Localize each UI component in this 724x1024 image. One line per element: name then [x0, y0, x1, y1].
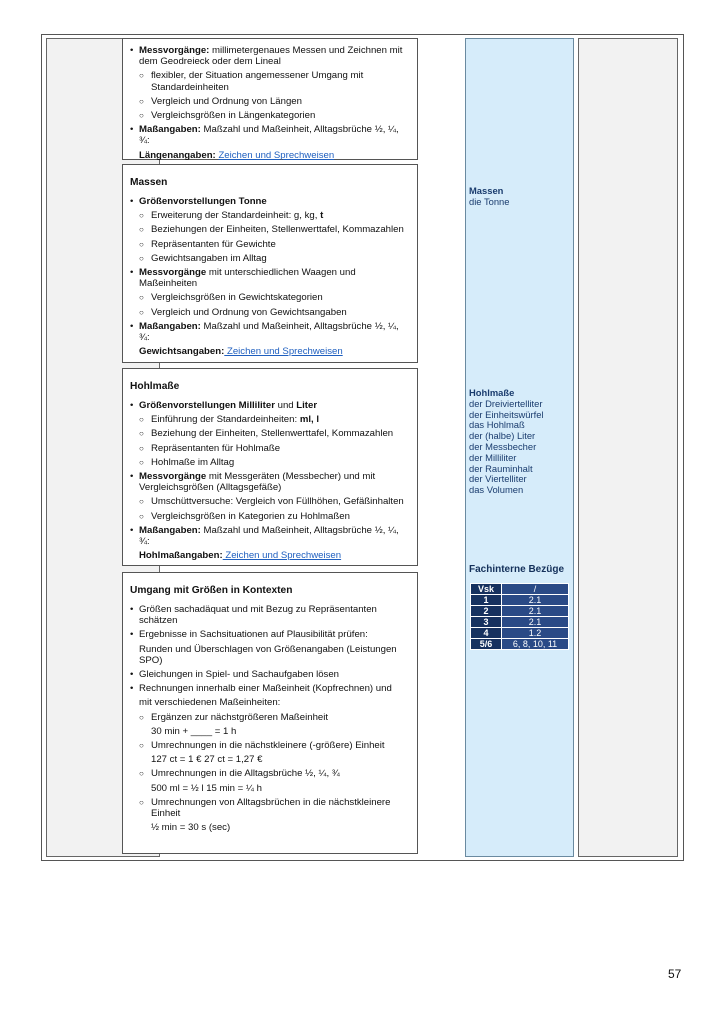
- vsk-cell: Vsk: [470, 583, 502, 595]
- list-item: Vergleichsgrößen in Gewichtskategorien: [127, 292, 409, 303]
- vocab-term: die Tonne: [469, 195, 510, 207]
- vocab-term: der Dreiviertelliter: [469, 397, 543, 409]
- list-item: Vergleich und Ordnung von Gewichtsangabe…: [127, 307, 409, 318]
- reference-cell: 6, 8, 10, 11: [501, 638, 569, 650]
- list-item: Größenvorstellungen Milliliter und Liter: [127, 400, 409, 411]
- list-item: Vergleich und Ordnung von Längen: [127, 96, 409, 107]
- vsk-cell: 1: [470, 594, 502, 606]
- reference-cell: /: [501, 583, 569, 595]
- list-item: Vergleichsgrößen in Längenkategorien: [127, 110, 409, 121]
- list-item: Beziehungen der Einheiten, Stellenwertta…: [127, 224, 409, 235]
- list-item: Hohlmaße im Alltag: [127, 457, 409, 468]
- list-item: mit verschiedenen Maßeinheiten:: [139, 697, 281, 709]
- list-item: Umschüttversuche: Vergleich von Füllhöhe…: [127, 496, 409, 507]
- vsk-cell: 5/6: [470, 638, 502, 650]
- list-item: Beziehung der Einheiten, Stellenwerttafe…: [127, 428, 409, 439]
- list-item: Ergebnisse in Sachsituationen auf Plausi…: [127, 629, 409, 640]
- hohlmasse-title: Hohlmaße: [130, 381, 180, 392]
- list-item: Erweiterung der Standardeinheit: g, kg, …: [127, 210, 409, 221]
- list-item: Vergleichsgrößen in Kategorien zu Hohlma…: [127, 511, 409, 522]
- kontexte-title: Umgang mit Größen in Kontexten: [130, 585, 293, 596]
- list-item: 500 ml = ½ l 15 min = ¼ h: [151, 782, 262, 794]
- list-item: Repräsentanten für Hohlmaße: [127, 443, 409, 454]
- vocab-term: das Volumen: [469, 484, 524, 496]
- list-item: 127 ct = 1 € 27 ct = 1,27 €: [151, 754, 263, 766]
- table-row: Vsk /: [470, 583, 569, 595]
- list-item: flexibler, der Situation angemessener Um…: [127, 70, 409, 92]
- list-item: Rechnungen innerhalb einer Maßeinheit (K…: [127, 683, 409, 694]
- list-item: Messvorgänge: millimetergenaues Messen u…: [127, 45, 409, 67]
- vocab-massen: Massen die Tonne: [469, 185, 510, 208]
- list-item: Runden und Überschlagen von Größenangabe…: [139, 643, 397, 666]
- reference-cell: 2.1: [501, 605, 569, 617]
- vsk-cell: 2: [470, 605, 502, 617]
- list-item: Maßangaben: Maßzahl und Maßeinheit, Allt…: [127, 321, 409, 343]
- list-item: Maßangaben: Maßzahl und Maßeinheit, Allt…: [127, 124, 409, 146]
- table-row: 3 2.1: [470, 616, 569, 628]
- list-item: Einführung der Standardeinheiten: ml, l: [127, 414, 409, 425]
- reference-cell: 1.2: [501, 627, 569, 639]
- table-row: 5/6 6, 8, 10, 11: [470, 638, 569, 650]
- list-item: Umrechnungen von Alltagsbrüchen in die n…: [127, 797, 409, 819]
- table-row: 1 2.1: [470, 594, 569, 606]
- kontexte-box: Umgang mit Größen in Kontexten Größen sa…: [122, 572, 418, 854]
- massen-title: Massen: [130, 177, 168, 188]
- hohlmassangaben-line: Hohlmaßangaben: Zeichen und Sprechweisen: [139, 550, 342, 562]
- massen-box: Massen Größenvorstellungen Tonne Erweiter…: [122, 164, 418, 363]
- laengen-box: Messvorgänge: millimetergenaues Messen u…: [122, 38, 418, 161]
- reference-cell: 2.1: [501, 594, 569, 606]
- fachinterne-bezuege-heading: Fachinterne Bezüge: [469, 564, 565, 575]
- table-row: 2 2.1: [470, 605, 569, 617]
- list-item: Größenvorstellungen Tonne: [127, 196, 409, 207]
- hohlmasse-box: Hohlmaße Größenvorstellungen Milliliter …: [122, 368, 418, 566]
- vocab-hohlmasse: Hohlmaße der Dreiviertelliter der Einheit…: [469, 387, 544, 496]
- vsk-cell: 4: [470, 627, 502, 639]
- list-item: Ergänzen zur nächstgrößeren Maßeinheit: [127, 712, 409, 723]
- vsk-cell: 3: [470, 616, 502, 628]
- massen-link[interactable]: Zeichen und Sprechweisen: [224, 346, 343, 357]
- table-row: 4 1.2: [470, 627, 569, 639]
- page-number: 57: [668, 967, 682, 981]
- list-item: ½ min = 30 s (sec): [151, 822, 231, 834]
- list-item: Messvorgänge mit unterschiedlichen Waage…: [127, 267, 409, 289]
- list-item: Umrechnungen in die Alltagsbrüche ½, ¼, …: [127, 768, 409, 779]
- reference-cell: 2.1: [501, 616, 569, 628]
- laengen-link[interactable]: Zeichen und Sprechweisen: [218, 150, 334, 161]
- laengenangaben-line: Längenangaben: Zeichen und Sprechweisen: [139, 149, 335, 161]
- vocab-term: der Milliliter: [469, 451, 517, 463]
- list-item: Gewichtsangaben im Alltag: [127, 253, 409, 264]
- right-column: [578, 38, 678, 857]
- list-item: Maßangaben: Maßzahl und Maßeinheit, Allt…: [127, 525, 409, 547]
- list-item: 30 min + ____ = 1 h: [151, 725, 237, 737]
- hohlmasse-link[interactable]: Zeichen und Sprechweisen: [223, 550, 341, 561]
- gewichtsangaben-line: Gewichtsangaben: Zeichen und Sprechweise…: [139, 346, 343, 358]
- list-item: Gleichungen in Spiel- und Sachaufgaben l…: [127, 669, 409, 680]
- fachinterne-bezuege-table: Vsk/1 2.1 2 2.1 3 2.1 4 1.2 5/6 6, 8, 10, 11: [470, 583, 569, 650]
- list-item: Größen sachadäquat und mit Bezug zu Repr…: [127, 604, 409, 626]
- list-item: Repräsentanten für Gewichte: [127, 239, 409, 250]
- list-item: Umrechnungen in die nächstkleinere (-grö…: [127, 740, 409, 751]
- list-item: Messvorgänge mit Messgeräten (Messbecher…: [127, 471, 409, 493]
